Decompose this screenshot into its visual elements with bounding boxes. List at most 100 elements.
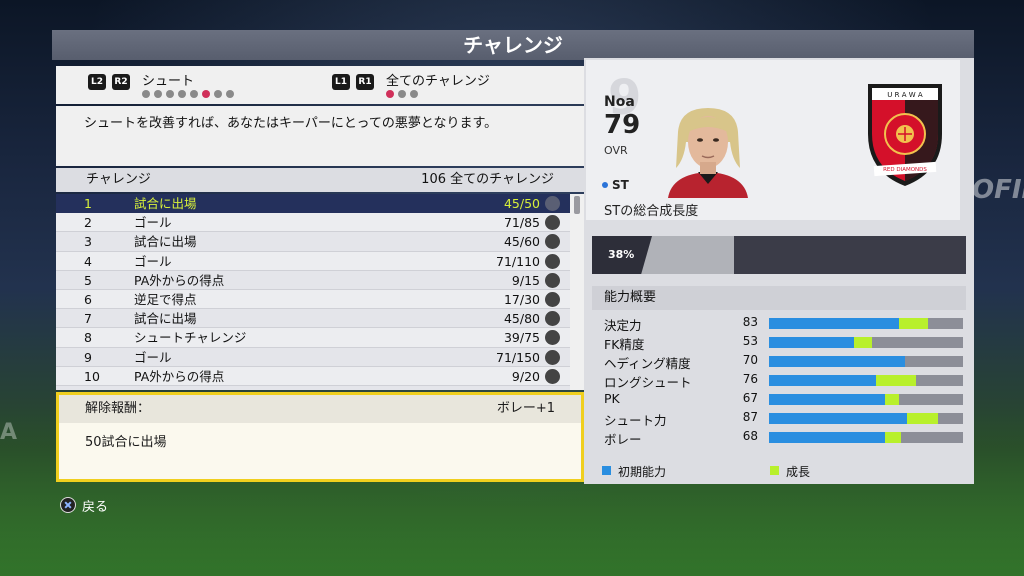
page-dot: [166, 90, 174, 98]
challenge-row[interactable]: 4 ゴール 71/110: [56, 251, 570, 271]
legend-base-swatch: [602, 466, 611, 475]
ability-legend: 初期能力 成長: [592, 462, 966, 480]
svg-text:RED DIAMONDS: RED DIAMONDS: [883, 167, 927, 173]
category-page-dots: [142, 90, 234, 98]
challenge-name: ゴール: [134, 349, 172, 365]
category-description: シュートを改善すれば、あなたはキーパーにとっての悪夢となります。: [56, 106, 584, 166]
ability-bar: [769, 413, 963, 424]
back-button[interactable]: 戻る: [60, 496, 108, 515]
position-dot-icon: [602, 182, 608, 188]
challenge-progress: 45/80: [503, 311, 540, 327]
challenge-status-icon: [545, 330, 560, 346]
challenge-status-icon: [545, 311, 560, 327]
challenge-status-icon: [545, 234, 560, 250]
ability-name: ボレー: [604, 432, 642, 447]
ability-summary-header: 能力概要: [592, 286, 966, 310]
l2-button-icon[interactable]: L2: [88, 74, 106, 90]
challenge-progress: 9/15: [511, 272, 540, 288]
challenge-row[interactable]: 10 PA外からの得点 9/20: [56, 366, 570, 386]
player-portrait: [658, 102, 758, 198]
challenge-status-icon: [545, 196, 560, 211]
ability-bar: [769, 356, 963, 367]
challenge-row[interactable]: 2 ゴール 71/85: [56, 213, 570, 233]
challenge-number: 3: [84, 234, 92, 250]
challenge-row[interactable]: 7 試合に出場 45/80: [56, 309, 570, 329]
challenge-name: PA外からの得点: [134, 272, 225, 288]
challenge-row[interactable]: 8 シュートチャレンジ 39/75: [56, 328, 570, 348]
tab-category-shoot[interactable]: シュート: [142, 70, 194, 89]
reward-detail: 50試合に出場: [85, 435, 167, 450]
growth-percent: 38%: [608, 248, 635, 261]
challenge-status-icon: [545, 368, 560, 384]
legend-base-label: 初期能力: [618, 465, 667, 479]
ability-bar-growth: [875, 375, 917, 386]
ability-bar-growth: [885, 432, 901, 443]
ability-bar-base: [769, 413, 907, 424]
challenge-row[interactable]: 6 逆足で得点 17/30: [56, 289, 570, 310]
reward-header: 解除報酬： ボレー+1: [59, 395, 581, 423]
page-dot: [410, 90, 418, 98]
page-title: チャレンジ: [52, 30, 974, 60]
ability-value: 53: [742, 334, 758, 348]
ability-bar: [769, 318, 963, 329]
ability-bar-growth: [854, 337, 872, 348]
challenge-number: 9: [84, 349, 92, 365]
ability-value: 76: [742, 372, 758, 386]
filter-page-dots: [386, 90, 418, 98]
challenge-status-icon: [545, 253, 560, 269]
list-header-count: 106 全てのチャレンジ: [421, 172, 554, 187]
challenge-name: シュートチャレンジ: [134, 330, 247, 346]
page-dot: [214, 90, 222, 98]
ability-value: 67: [742, 391, 758, 405]
challenge-status-icon: [545, 272, 560, 288]
challenge-number: 4: [84, 253, 92, 269]
ability-row: ボレー 68: [592, 428, 966, 447]
page-dot-active: [386, 90, 394, 98]
challenge-progress: 71/85: [503, 215, 540, 231]
cross-button-icon: [60, 497, 76, 513]
challenge-number: 7: [84, 311, 92, 327]
reward-value: ボレー+1: [496, 401, 555, 416]
category-tabs: L2 R2 シュート L1 R1 全てのチャレンジ: [56, 66, 584, 104]
challenge-row[interactable]: 3 試合に出場 45/60: [56, 232, 570, 252]
page-dot: [178, 90, 186, 98]
r1-button-icon[interactable]: R1: [356, 74, 374, 90]
challenge-number: 2: [84, 215, 92, 231]
ability-name: ヘディング精度: [604, 356, 691, 371]
l1-button-icon[interactable]: L1: [332, 74, 350, 90]
r2-button-icon[interactable]: R2: [112, 74, 130, 90]
challenge-progress: 17/30: [503, 291, 540, 307]
list-header: チャレンジ 106 全てのチャレンジ: [56, 168, 584, 192]
legend-growth-label: 成長: [786, 465, 811, 479]
challenge-row[interactable]: 9 ゴール 71/150: [56, 348, 570, 367]
challenge-number: 10: [84, 368, 100, 384]
scrollbar-thumb[interactable]: [574, 196, 580, 214]
ability-bar-base: [769, 356, 905, 367]
challenge-list: 1 試合に出場 45/50 2 ゴール 71/85 3 試合に出場 45/60 4 ゴール 71/11…: [56, 194, 570, 390]
page-dot: [190, 90, 198, 98]
svg-text:U R A W A: U R A W A: [887, 91, 923, 99]
challenge-name: PA外からの得点: [134, 368, 225, 384]
challenge-status-icon: [545, 291, 560, 307]
page-dot: [226, 90, 234, 98]
ability-value: 68: [742, 429, 758, 443]
challenge-list-scrollbar[interactable]: [570, 194, 584, 390]
growth-label: STの総合成長度: [604, 204, 699, 219]
challenge-number: 6: [84, 291, 92, 307]
ability-bar-growth: [906, 413, 938, 424]
challenge-progress: 9/20: [511, 368, 540, 384]
ovr-label: OVR: [604, 144, 628, 157]
challenge-number: 5: [84, 272, 92, 288]
challenge-row[interactable]: 5 PA外からの得点 9/15: [56, 271, 570, 290]
ability-bar-base: [769, 394, 886, 405]
challenge-name: ゴール: [134, 215, 172, 231]
challenge-progress: 45/50: [503, 196, 540, 211]
challenge-status-icon: [545, 215, 560, 231]
ability-bar-base: [769, 432, 886, 443]
challenge-progress: 71/110: [496, 253, 540, 269]
player-position: ST: [612, 178, 629, 192]
tab-filter-all[interactable]: 全てのチャレンジ: [386, 70, 490, 89]
list-header-title: チャレンジ: [86, 172, 151, 187]
challenge-row[interactable]: 1 試合に出場 45/50: [56, 194, 570, 214]
ability-value: 87: [742, 410, 758, 424]
